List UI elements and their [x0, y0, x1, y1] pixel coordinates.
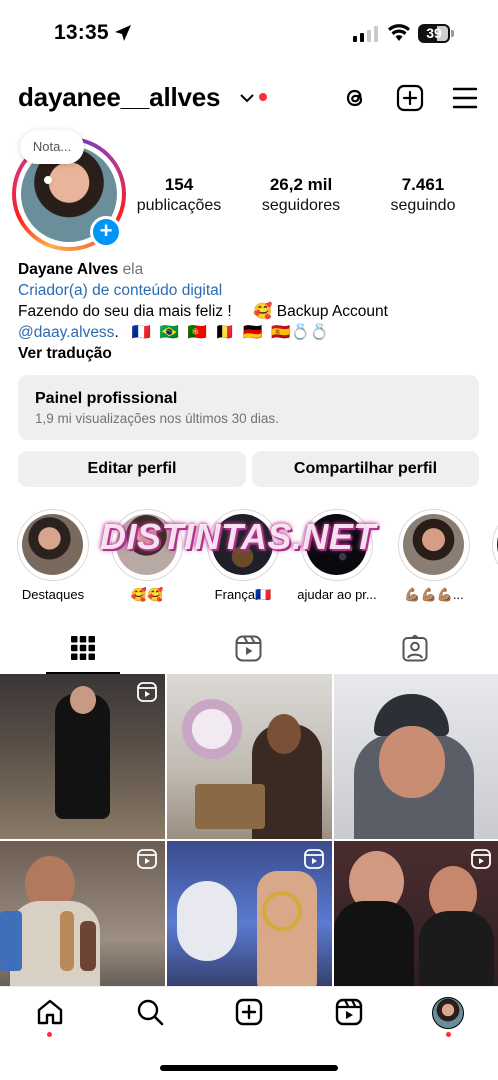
- post-thumbnail[interactable]: [0, 674, 165, 839]
- chevron-down-icon[interactable]: [240, 93, 254, 103]
- profile-notification-dot: [446, 1032, 451, 1037]
- profile-avatar-nav[interactable]: [432, 997, 464, 1029]
- reels-icon[interactable]: [335, 998, 363, 1026]
- bio-flags: . 🇫🇷 🇧🇷 🇵🇹 🇧🇪 🇩🇪 🇪🇸💍💍: [114, 324, 330, 341]
- battery-level: 39: [426, 25, 442, 41]
- create-plus-icon[interactable]: [396, 84, 424, 112]
- highlight-item[interactable]: 💪🏽💪🏽💪🏽...: [398, 509, 470, 603]
- add-story-button[interactable]: +: [90, 216, 122, 248]
- home-indicator: [160, 1065, 338, 1071]
- create-icon[interactable]: [235, 998, 263, 1026]
- notification-dot: [259, 93, 267, 101]
- status-bar: 13:35 39: [0, 0, 498, 64]
- threads-icon[interactable]: [341, 84, 369, 112]
- tab-grid[interactable]: [0, 624, 166, 674]
- tagged-icon: [402, 635, 428, 662]
- reel-badge-icon: [137, 682, 157, 702]
- professional-dashboard[interactable]: Painel profissional 1,9 mi visualizações…: [18, 375, 479, 440]
- panel-title: Painel profissional: [35, 390, 178, 407]
- posts-grid: [0, 674, 498, 986]
- reel-badge-icon: [137, 849, 157, 869]
- following-count[interactable]: 7.461 seguindo: [378, 175, 468, 215]
- profile-header: dayanee__allves: [0, 76, 498, 122]
- username-switcher[interactable]: dayanee__allves: [18, 82, 220, 113]
- content-tabs: [0, 624, 498, 674]
- note-bubble-tail: [44, 176, 52, 184]
- post-thumbnail[interactable]: [167, 841, 332, 986]
- reels-icon: [235, 635, 262, 662]
- cell-signal-icon: [353, 26, 378, 42]
- display-name: Dayane Alves: [18, 261, 119, 278]
- search-icon[interactable]: [136, 998, 164, 1026]
- post-thumbnail[interactable]: [167, 674, 332, 839]
- post-thumbnail[interactable]: [334, 841, 498, 986]
- status-time: 13:35: [54, 21, 109, 44]
- profile-bio: Dayane Alves ela Criador(a) de conteúdo …: [18, 259, 488, 364]
- highlight-item[interactable]: ajudar ao pr...: [297, 509, 377, 602]
- highlight-item[interactable]: 🥰🥰: [111, 509, 183, 603]
- posts-count[interactable]: 154 publicações: [130, 175, 228, 215]
- home-icon[interactable]: [36, 998, 64, 1026]
- grid-icon: [71, 636, 95, 660]
- bio-text: Fazendo do seu dia mais feliz ! 🥰 Backup…: [18, 303, 388, 320]
- share-profile-button[interactable]: Compartilhar perfil: [252, 451, 479, 487]
- bio-handle-link[interactable]: @daay.alvess: [18, 324, 114, 341]
- panel-subtitle: 1,9 mi visualizações nos últimos 30 dias…: [35, 411, 279, 426]
- tab-tagged[interactable]: [332, 624, 498, 674]
- post-thumbnail[interactable]: [0, 841, 165, 986]
- highlight-item[interactable]: França🇫🇷: [207, 509, 279, 603]
- wifi-icon: [388, 24, 410, 41]
- home-notification-dot: [47, 1032, 52, 1037]
- pronoun: ela: [122, 261, 144, 278]
- reel-badge-icon: [471, 849, 491, 869]
- highlight-label: 🥰🥰: [130, 587, 164, 602]
- highlight-label: ajudar ao pr...: [297, 587, 377, 602]
- highlight-item[interactable]: Destaques: [17, 509, 89, 602]
- note-bubble[interactable]: Nota...: [20, 130, 84, 164]
- post-thumbnail[interactable]: [334, 674, 498, 839]
- highlight-label: 💪🏽💪🏽💪🏽...: [404, 587, 464, 602]
- category-label[interactable]: Criador(a) de conteúdo digital: [18, 280, 488, 301]
- followers-count[interactable]: 26,2 mil seguidores: [250, 175, 352, 215]
- edit-profile-button[interactable]: Editar perfil: [18, 451, 246, 487]
- location-arrow-icon: [115, 25, 131, 41]
- reel-badge-icon: [304, 849, 324, 869]
- see-translation-link[interactable]: Ver tradução: [18, 343, 488, 364]
- menu-icon[interactable]: [452, 84, 478, 112]
- highlight-label: Destaques: [21, 587, 85, 602]
- tab-reels[interactable]: [166, 624, 332, 674]
- highlight-item-partial[interactable]: [492, 509, 498, 581]
- highlight-label: França🇫🇷: [214, 587, 272, 602]
- battery-indicator: 39: [418, 24, 454, 43]
